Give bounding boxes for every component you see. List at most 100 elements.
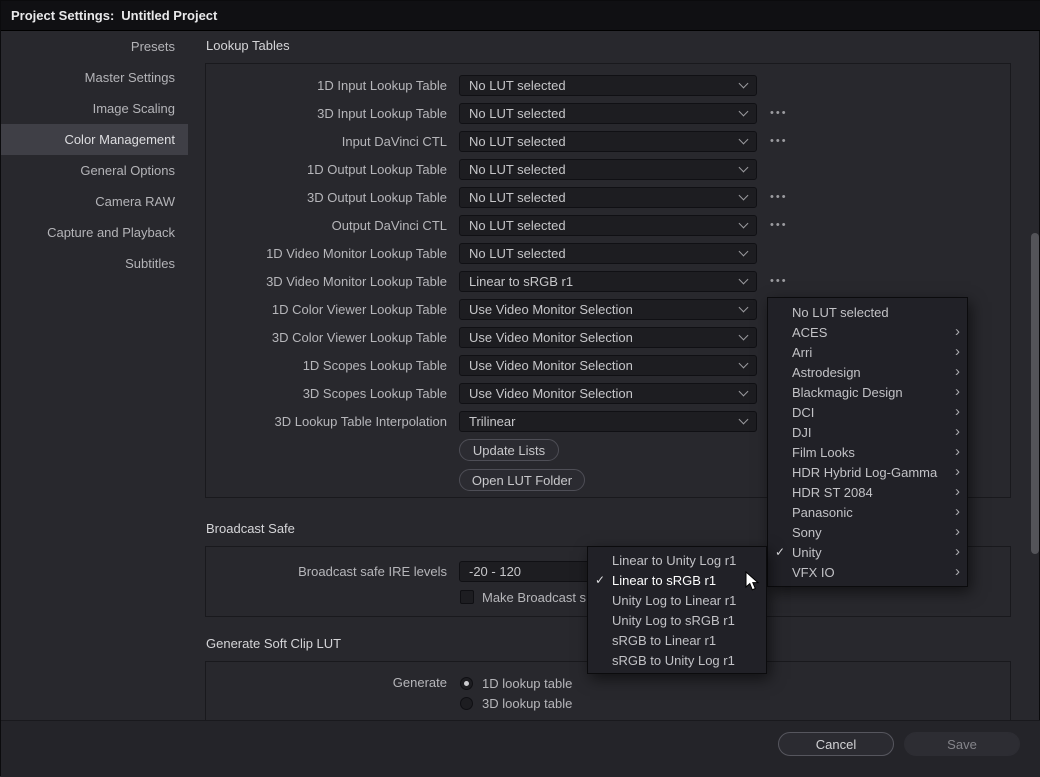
- menu-item-linear-to-unity-log-r1[interactable]: Linear to Unity Log r1: [588, 550, 766, 570]
- menu-item-panasonic[interactable]: Panasonic›: [768, 502, 967, 522]
- menu-item-dci[interactable]: DCI›: [768, 402, 967, 422]
- save-button[interactable]: Save: [904, 732, 1020, 756]
- lut-row: Output DaVinci CTLNo LUT selected•••: [206, 211, 1010, 239]
- menu-item-astrodesign[interactable]: Astrodesign›: [768, 362, 967, 382]
- vertical-scrollbar[interactable]: [1031, 233, 1039, 554]
- make-broadcast-safe-checkbox[interactable]: [460, 590, 474, 604]
- ire-levels-label: Broadcast safe IRE levels: [206, 564, 447, 579]
- menu-item-unity[interactable]: ✓Unity›: [768, 542, 967, 562]
- sidebar-item-master-settings[interactable]: Master Settings: [1, 62, 188, 93]
- row-label-3d-scopes-lookup-table: 3D Scopes Lookup Table: [206, 386, 447, 401]
- chevron-down-icon: [739, 106, 749, 116]
- more-options-button[interactable]: •••: [770, 135, 788, 147]
- row-label-3d-lookup-table-interpolation: 3D Lookup Table Interpolation: [206, 414, 447, 429]
- dropdown-3d-lookup-table-interpolation[interactable]: Trilinear: [459, 411, 757, 432]
- chevron-down-icon: [739, 246, 749, 256]
- radio-3d-lookup-table[interactable]: [460, 697, 473, 710]
- menu-item-label: Film Looks: [792, 445, 949, 460]
- sidebar-item-subtitles[interactable]: Subtitles: [1, 248, 188, 279]
- dropdown-3d-input-lookup-table[interactable]: No LUT selected: [459, 103, 757, 124]
- dropdown-1d-video-monitor-lookup-table[interactable]: No LUT selected: [459, 243, 757, 264]
- soft-clip-section-title: Generate Soft Clip LUT: [206, 636, 341, 651]
- more-options-button[interactable]: •••: [770, 219, 788, 231]
- menu-item-sony[interactable]: Sony›: [768, 522, 967, 542]
- menu-item-label: HDR Hybrid Log-Gamma: [792, 465, 949, 480]
- dropdown-1d-scopes-lookup-table[interactable]: Use Video Monitor Selection: [459, 355, 757, 376]
- menu-item-film-looks[interactable]: Film Looks›: [768, 442, 967, 462]
- generate-label: Generate: [206, 673, 447, 693]
- radio-1d-lookup-table[interactable]: [460, 677, 473, 690]
- submenu-arrow-icon: ›: [949, 545, 967, 559]
- submenu-arrow-icon: ›: [949, 525, 967, 539]
- menu-item-hdr-hybrid-log-gamma[interactable]: HDR Hybrid Log-Gamma›: [768, 462, 967, 482]
- chevron-down-icon: [739, 414, 749, 424]
- dropdown-1d-color-viewer-lookup-table[interactable]: Use Video Monitor Selection: [459, 299, 757, 320]
- menu-item-dji[interactable]: DJI›: [768, 422, 967, 442]
- row-label-1d-scopes-lookup-table: 1D Scopes Lookup Table: [206, 358, 447, 373]
- dropdown-value: Use Video Monitor Selection: [469, 358, 740, 373]
- radio-row: 1D lookup table: [460, 673, 572, 693]
- chevron-down-icon: [739, 78, 749, 88]
- chevron-down-icon: [739, 302, 749, 312]
- menu-item-aces[interactable]: ACES›: [768, 322, 967, 342]
- menu-item-label: Linear to sRGB r1: [612, 573, 766, 588]
- lut-row: 1D Input Lookup TableNo LUT selected: [206, 71, 1010, 99]
- menu-item-label: Arri: [792, 345, 949, 360]
- chevron-down-icon: [739, 162, 749, 172]
- dropdown-1d-output-lookup-table[interactable]: No LUT selected: [459, 159, 757, 180]
- menu-item-label: Unity Log to Linear r1: [612, 593, 766, 608]
- open-lut-folder-button[interactable]: Open LUT Folder: [459, 469, 585, 491]
- dropdown-3d-color-viewer-lookup-table[interactable]: Use Video Monitor Selection: [459, 327, 757, 348]
- menu-item-label: ACES: [792, 325, 949, 340]
- project-name: Untitled Project: [121, 8, 217, 23]
- sidebar-item-capture-and-playback[interactable]: Capture and Playback: [1, 217, 188, 248]
- more-options-button[interactable]: •••: [770, 191, 788, 203]
- menu-item-linear-to-srgb-r1[interactable]: ✓Linear to sRGB r1: [588, 570, 766, 590]
- menu-item-srgb-to-linear-r1[interactable]: sRGB to Linear r1: [588, 630, 766, 650]
- menu-item-label: DJI: [792, 425, 949, 440]
- dropdown-value: No LUT selected: [469, 134, 740, 149]
- dropdown-output-davinci-ctl[interactable]: No LUT selected: [459, 215, 757, 236]
- menu-item-no-lut-selected[interactable]: No LUT selected: [768, 302, 967, 322]
- radio-label: 3D lookup table: [482, 696, 572, 711]
- titlebar: Project Settings: Untitled Project: [1, 1, 1040, 31]
- check-icon: ✓: [588, 573, 612, 587]
- menu-item-srgb-to-unity-log-r1[interactable]: sRGB to Unity Log r1: [588, 650, 766, 670]
- more-options-button[interactable]: •••: [770, 107, 788, 119]
- dropdown-value: Use Video Monitor Selection: [469, 386, 740, 401]
- sidebar-item-color-management[interactable]: Color Management: [1, 124, 188, 155]
- dropdown-3d-output-lookup-table[interactable]: No LUT selected: [459, 187, 757, 208]
- sidebar-item-image-scaling[interactable]: Image Scaling: [1, 93, 188, 124]
- submenu-arrow-icon: ›: [949, 365, 967, 379]
- unity-submenu: Linear to Unity Log r1✓Linear to sRGB r1…: [587, 546, 767, 674]
- dropdown-1d-input-lookup-table[interactable]: No LUT selected: [459, 75, 757, 96]
- menu-item-label: Panasonic: [792, 505, 949, 520]
- lut-context-menu: No LUT selectedACES›Arri›Astrodesign›Bla…: [767, 297, 968, 587]
- sidebar-item-presets[interactable]: Presets: [1, 31, 188, 62]
- sidebar-item-camera-raw[interactable]: Camera RAW: [1, 186, 188, 217]
- row-label-3d-output-lookup-table: 3D Output Lookup Table: [206, 190, 447, 205]
- update-lists-button[interactable]: Update Lists: [459, 439, 559, 461]
- menu-item-arri[interactable]: Arri›: [768, 342, 967, 362]
- menu-item-label: No LUT selected: [792, 305, 949, 320]
- radio-label: 1D lookup table: [482, 676, 572, 691]
- menu-item-vfx-io[interactable]: VFX IO›: [768, 562, 967, 582]
- menu-item-unity-log-to-srgb-r1[interactable]: Unity Log to sRGB r1: [588, 610, 766, 630]
- dropdown-3d-scopes-lookup-table[interactable]: Use Video Monitor Selection: [459, 383, 757, 404]
- row-label-1d-color-viewer-lookup-table: 1D Color Viewer Lookup Table: [206, 302, 447, 317]
- lut-row: Input DaVinci CTLNo LUT selected•••: [206, 127, 1010, 155]
- menu-item-label: HDR ST 2084: [792, 485, 949, 500]
- menu-item-unity-log-to-linear-r1[interactable]: Unity Log to Linear r1: [588, 590, 766, 610]
- sidebar-item-general-options[interactable]: General Options: [1, 155, 188, 186]
- dropdown-3d-video-monitor-lookup-table[interactable]: Linear to sRGB r1: [459, 271, 757, 292]
- dropdown-input-davinci-ctl[interactable]: No LUT selected: [459, 131, 757, 152]
- menu-item-blackmagic-design[interactable]: Blackmagic Design›: [768, 382, 967, 402]
- menu-item-label: Unity Log to sRGB r1: [612, 613, 766, 628]
- dropdown-value: No LUT selected: [469, 162, 740, 177]
- chevron-down-icon: [739, 358, 749, 368]
- menu-item-hdr-st-2084[interactable]: HDR ST 2084›: [768, 482, 967, 502]
- more-options-button[interactable]: •••: [770, 275, 788, 287]
- menu-item-label: DCI: [792, 405, 949, 420]
- lookup-tables-section-title: Lookup Tables: [206, 38, 290, 53]
- cancel-button[interactable]: Cancel: [778, 732, 894, 756]
